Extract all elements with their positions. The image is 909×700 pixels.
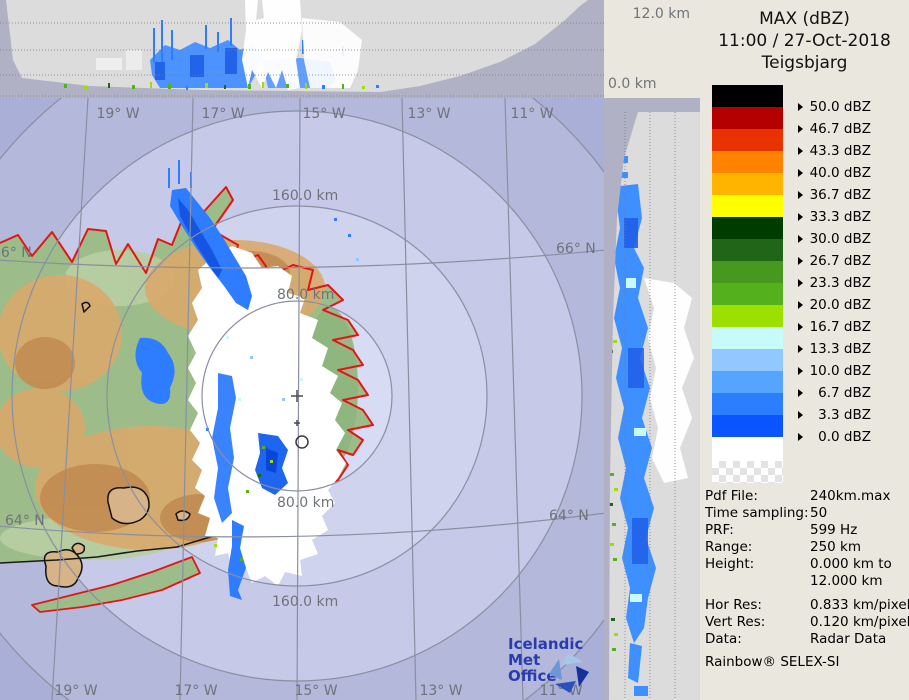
metadata-label: Vert Res: xyxy=(705,614,766,630)
legend-row: 40.0 dBZ xyxy=(712,151,902,180)
cross-section-right-panel xyxy=(604,98,700,700)
legend-row: 0.0 dBZ xyxy=(712,415,902,444)
metadata-row: Range: 250 km xyxy=(705,539,909,556)
metadata-row: 12.000 km xyxy=(705,573,909,590)
legend-row: 26.7 dBZ xyxy=(712,239,902,268)
metadata-value: 12.000 km xyxy=(810,573,883,589)
legend-row: 33.3 dBZ xyxy=(712,195,902,224)
pinwheel-icon xyxy=(549,653,589,693)
cross-section-top-canvas xyxy=(0,0,604,98)
metadata-value: 50 xyxy=(810,505,828,521)
metadata-label: Range: xyxy=(705,539,753,555)
legend-row: 23.3 dBZ xyxy=(712,261,902,290)
product-metadata: Pdf File: 240km.max Time sampling: 50 PRF:… xyxy=(705,488,909,670)
metadata-row: PRF: 599 Hz xyxy=(705,522,909,539)
legend-tick-arrow-icon xyxy=(798,433,803,441)
metadata-value: 250 km xyxy=(810,539,862,555)
legend-row: 10.0 dBZ xyxy=(712,349,902,378)
legend-row: 30.0 dBZ xyxy=(712,217,902,246)
met-office-logo: Icelandic Met Office xyxy=(508,636,604,693)
height-axis-corner: 12.0 km 0.0 km xyxy=(604,0,700,98)
metadata-label: PRF: xyxy=(705,522,734,538)
metadata-row: Pdf File: 240km.max xyxy=(705,488,909,505)
software-brand: Rainbow® SELEX-SI xyxy=(705,654,840,670)
product-name: MAX (dBZ) xyxy=(759,9,850,29)
legend-row: 13.3 dBZ xyxy=(712,327,902,356)
metadata-label: Data: xyxy=(705,631,742,647)
height-axis-min-label: 0.0 km xyxy=(608,76,657,92)
cross-section-top-panel xyxy=(0,0,604,98)
legend-swatch xyxy=(712,107,783,129)
legend-swatch xyxy=(712,129,783,151)
cross-section-right-canvas xyxy=(604,98,700,700)
legend-swatch xyxy=(712,85,783,107)
legend-swatch xyxy=(712,239,783,261)
info-sidebar: MAX (dBZ) 11:00 / 27-Oct-2018 Teigsbjarg… xyxy=(700,0,909,700)
metadata-row: Vert Res: 0.120 km/pixel xyxy=(705,614,909,631)
metadata-value: 599 Hz xyxy=(810,522,858,538)
legend-row: 16.7 dBZ xyxy=(712,305,902,334)
legend-value: 0.0 dBZ xyxy=(818,429,871,445)
metadata-row: Data: Radar Data xyxy=(705,631,909,648)
height-axis-max-label: 12.0 km xyxy=(632,6,690,22)
legend-swatch xyxy=(712,393,783,415)
product-title-block: MAX (dBZ) 11:00 / 27-Oct-2018 Teigsbjarg xyxy=(700,8,909,74)
radar-display-app: { "header": { "product": "MAX (dBZ)", "d… xyxy=(0,0,909,700)
legend-row: 20.0 dBZ xyxy=(712,283,902,312)
legend-swatch xyxy=(712,415,783,437)
legend-row: 50.0 dBZ xyxy=(712,85,902,114)
metadata-label: Hor Res: xyxy=(705,597,762,613)
legend-row: 46.7 dBZ xyxy=(712,107,902,136)
radar-map-canvas xyxy=(0,98,604,700)
legend-row: 6.7 dBZ xyxy=(712,371,902,400)
legend-swatch xyxy=(712,173,783,195)
legend-row: 36.7 dBZ xyxy=(712,173,902,202)
metadata-row: Hor Res: 0.833 km/pixel xyxy=(705,597,909,614)
legend-swatch xyxy=(712,217,783,239)
radar-echo-right-white xyxy=(644,278,694,483)
legend-swatch xyxy=(712,151,783,173)
legend-band-transparent xyxy=(712,461,783,483)
legend-row: 43.3 dBZ xyxy=(712,129,902,158)
legend-swatch xyxy=(712,349,783,371)
radar-echo-right-blue xyxy=(614,156,656,696)
radar-site-name: Teigsbjarg xyxy=(761,53,848,73)
metadata-label: Pdf File: xyxy=(705,488,758,504)
legend-swatch xyxy=(712,261,783,283)
metadata-value: 240km.max xyxy=(810,488,891,504)
metadata-row: Height: 0.000 km to xyxy=(705,556,909,573)
legend-row: 3.3 dBZ xyxy=(712,393,902,422)
legend-swatch xyxy=(712,371,783,393)
dbz-color-legend: 50.0 dBZ 46.7 dBZ 43.3 dBZ 40.0 dBZ 36.7… xyxy=(712,85,902,483)
legend-band-below-zero xyxy=(712,437,783,461)
metadata-value: 0.120 km/pixel xyxy=(810,614,909,630)
legend-swatch xyxy=(712,283,783,305)
radar-map-panel: 19° W 17° W 15° W 13° W 11° W 19° W 17° … xyxy=(0,98,604,700)
legend-swatch xyxy=(712,327,783,349)
metadata-value: 0.000 km to xyxy=(810,556,892,572)
metadata-label: Time sampling: xyxy=(705,505,809,521)
metadata-value: Radar Data xyxy=(810,631,887,647)
product-datetime: 11:00 / 27-Oct-2018 xyxy=(718,31,891,51)
metadata-label: Height: xyxy=(705,556,755,572)
metadata-value: 0.833 km/pixel xyxy=(810,597,909,613)
legend-swatch xyxy=(712,305,783,327)
metadata-label xyxy=(705,573,810,590)
legend-swatch xyxy=(712,195,783,217)
metadata-row: Time sampling: 50 xyxy=(705,505,909,522)
